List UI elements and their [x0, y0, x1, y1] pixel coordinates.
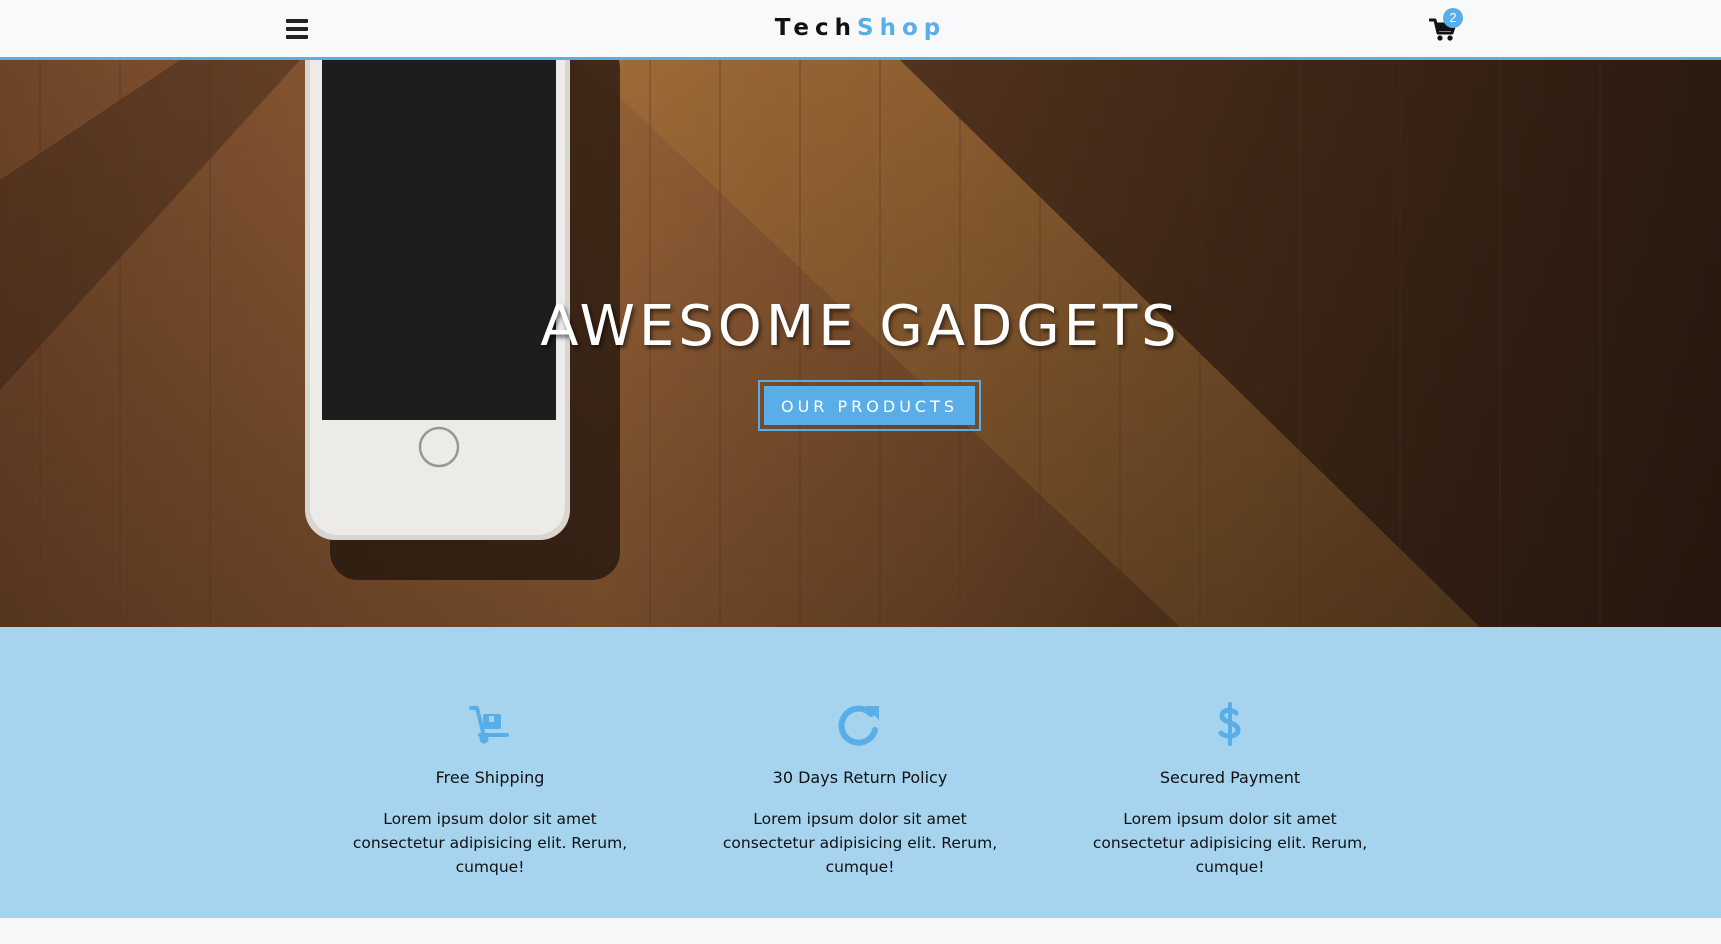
hamburger-menu-icon[interactable] — [286, 19, 308, 39]
dolly-icon — [465, 702, 515, 746]
feature-title: Free Shipping — [435, 768, 545, 787]
brand-part-shop: Shop — [857, 15, 947, 41]
feature-text: Lorem ipsum dolor sit amet consectetur a… — [722, 810, 998, 876]
dollar-icon — [1205, 702, 1255, 746]
cart-count-badge: 2 — [1443, 8, 1463, 28]
feature-text: Lorem ipsum dolor sit amet consectetur a… — [1092, 810, 1368, 876]
feature-text: Lorem ipsum dolor sit amet consectetur a… — [352, 810, 628, 876]
brand-part-tech: Tech — [774, 15, 858, 41]
feature-title: 30 Days Return Policy — [772, 768, 948, 787]
our-products-button[interactable]: OUR PRODUCTS — [764, 386, 975, 425]
features-section: Free Shipping Lorem ipsum dolor sit amet… — [0, 627, 1721, 918]
footer-strip — [0, 918, 1721, 944]
hero-title: AWESOME GADGETS — [540, 294, 1181, 359]
hero-banner: AWESOME GADGETS OUR PRODUCTS — [0, 60, 1721, 627]
navbar: TechShop 2 — [0, 0, 1721, 60]
redo-icon — [835, 702, 885, 746]
feature-title: Secured Payment — [1159, 768, 1301, 787]
our-products-button-frame: OUR PRODUCTS — [758, 380, 981, 431]
